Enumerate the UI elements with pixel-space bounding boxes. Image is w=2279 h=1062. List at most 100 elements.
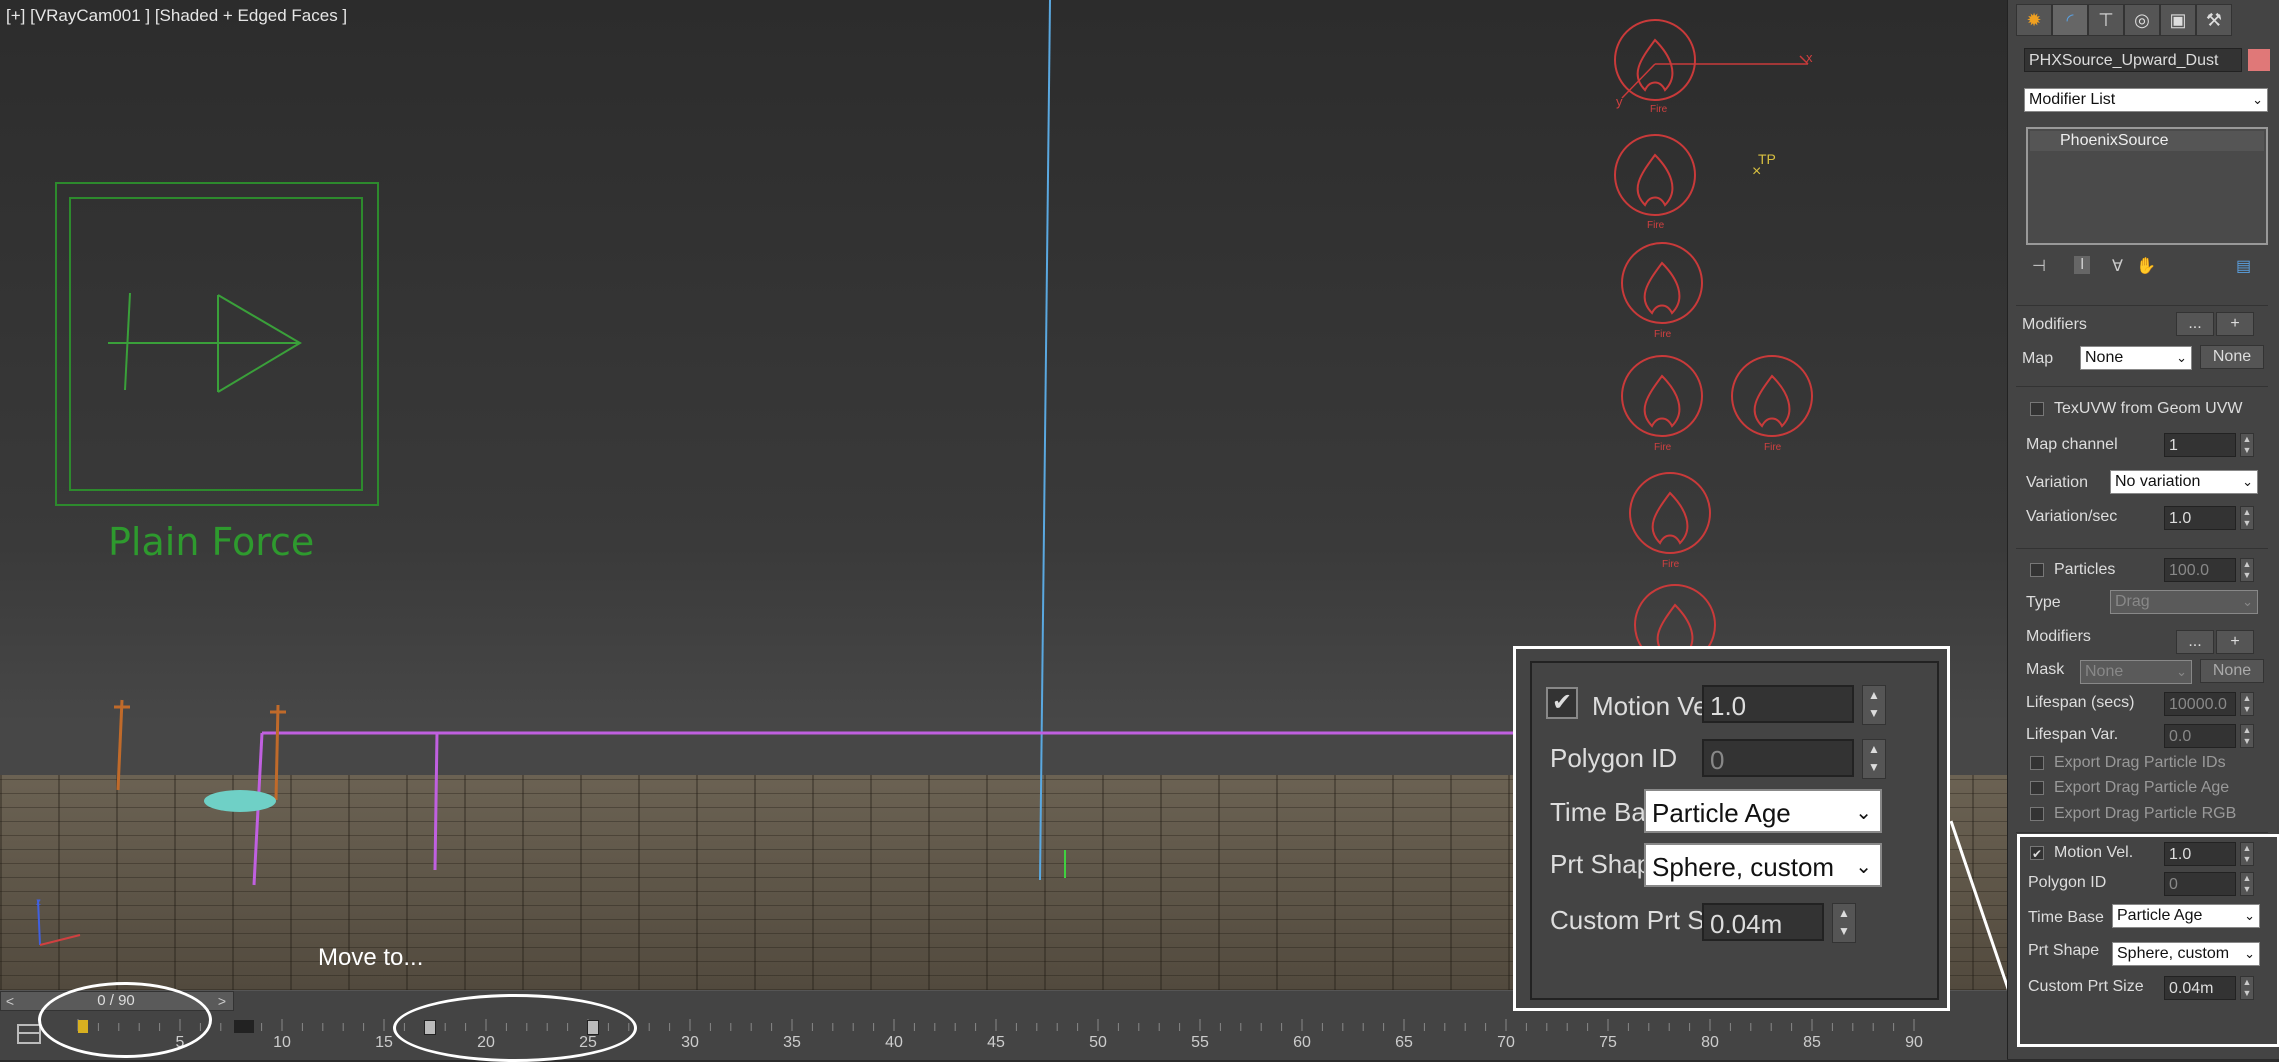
stack-toolbar: ⊣ I ∀ ✋ ▤ [2026,256,2266,278]
fire-source-5 [1731,355,1813,437]
modifiers-ellipsis-button[interactable]: ... [2176,312,2214,336]
viewport-label[interactable]: [+] [VRayCam001 ] [Shaded + Edged Faces … [6,6,347,26]
modifier-stack[interactable]: PhoenixSource [2026,127,2268,245]
object-name-field[interactable]: PHXSource_Upward_Dust [2024,48,2242,72]
custom-prt-size-field[interactable]: 0.04m [1702,903,1824,941]
chevron-down-icon: ⌄ [2176,664,2187,679]
tick-label: 30 [681,1034,699,1051]
tick-label: 70 [1497,1034,1515,1051]
map-label: Map [2022,350,2054,367]
highlight-ellipse [393,994,637,1062]
fire-source-4 [1621,355,1703,437]
motion-vel-field[interactable]: 1.0 [1702,685,1854,723]
fire-label: Fire [1654,329,1672,340]
motion-vel-spinner[interactable]: ▲ ▼ [1862,685,1886,725]
mask-label: Mask [2026,661,2065,678]
object-color-swatch[interactable] [2248,49,2270,71]
particles-checkbox[interactable] [2030,563,2044,577]
tick-label: 10 [273,1034,291,1051]
show-end-result-icon[interactable]: I [2074,256,2091,274]
next-frame-button[interactable]: > [213,992,231,1010]
modifiers-add-button[interactable]: + [2216,312,2254,336]
command-panel[interactable]: ✹ ◜ ⊤ ◎ ▣ ⚒ PHXSource_Upward_Dust Modifi… [2007,0,2279,1059]
plain-force-label: Plain Force [108,520,314,564]
stack-item-phoenixsource[interactable]: PhoenixSource [2030,131,2264,151]
configure-sets-icon[interactable]: ▤ [2236,256,2251,276]
motion-vel-checkbox[interactable]: ✔ [1546,687,1578,719]
keyframe-marker[interactable] [244,1020,254,1033]
export-rgb-label: Export Drag Particle RGB [2054,805,2237,822]
time-base-dropdown[interactable]: Particle Age ⌄ [1644,789,1882,833]
axis-z-label: z [36,897,41,908]
tick-label: 50 [1089,1034,1107,1051]
particles-field[interactable]: 100.0 [2164,558,2236,582]
export-ids-label: Export Drag Particle IDs [2054,754,2226,771]
chevron-down-icon: ⌄ [2176,350,2187,365]
track-bar[interactable]: 5 10 15 20 25 30 35 40 45 50 55 60 65 70 75 80 85 90 [0,1011,2007,1060]
motion-icon[interactable]: ◎ [2124,4,2160,36]
display-icon[interactable]: ▣ [2160,4,2196,36]
map-channel-field[interactable]: 1 [2164,433,2236,457]
polygon-id-label: Polygon ID [1550,743,1678,773]
mask-none-button[interactable]: None [2200,659,2264,683]
modifiers-label: Modifiers [2022,316,2087,333]
hierarchy-icon[interactable]: ⊤ [2088,4,2124,36]
pin-stack-icon[interactable]: ⊣ [2032,256,2046,276]
lifespan-field[interactable]: 10000.0 [2164,692,2236,716]
remove-modifier-icon[interactable]: ✋ [2136,256,2156,276]
modifiers2-add-button[interactable]: + [2216,630,2254,654]
variation-sec-label: Variation/sec [2026,508,2118,525]
mask-dropdown[interactable]: None ⌄ [2080,660,2192,684]
tick-label: 45 [987,1034,1005,1051]
variation-sec-spinner[interactable]: ▲ ▼ [2240,506,2254,530]
fire-label: Fire [1662,559,1680,570]
particles-spinner[interactable]: ▲ ▼ [2240,558,2254,582]
mask-value: None [2085,663,2124,680]
chevron-down-icon: ⌄ [1855,802,1872,824]
map-dropdown[interactable]: None ⌄ [2080,346,2192,370]
particles-label: Particles [2054,561,2116,578]
keyframe-marker[interactable] [234,1020,244,1033]
export-rgb-checkbox[interactable] [2030,807,2044,821]
tick-label: 60 [1293,1034,1311,1051]
map-value: None [2085,349,2124,366]
variation-sec-field[interactable]: 1.0 [2164,506,2236,530]
variation-dropdown[interactable]: No variation ⌄ [2110,470,2258,494]
lifespan-var-spinner[interactable]: ▲ ▼ [2240,724,2254,748]
type-dropdown[interactable]: Drag ⌄ [2110,590,2258,614]
modifiers2-ellipsis-button[interactable]: ... [2176,630,2214,654]
make-unique-icon[interactable]: ∀ [2112,256,2123,276]
export-age-checkbox[interactable] [2030,781,2044,795]
axis-y-label: y [1616,94,1623,109]
chevron-down-icon: ⌄ [2252,92,2263,107]
tick-label: 40 [885,1034,903,1051]
prev-frame-button[interactable]: < [1,992,19,1010]
utilities-icon[interactable]: ⚒ [2196,4,2232,36]
prt-shape-dropdown[interactable]: Sphere, custom ⌄ [1644,843,1882,887]
texuvw-checkbox[interactable] [2030,402,2044,416]
magenta-helper [252,731,1520,886]
lifespan-spinner[interactable]: ▲ ▼ [2240,692,2254,716]
map-none-button[interactable]: None [2200,345,2264,369]
type-value: Drag [2115,593,2150,610]
create-icon[interactable]: ✹ [2016,4,2052,36]
highlight-box [2017,834,2279,1047]
lifespan-var-field[interactable]: 0.0 [2164,724,2236,748]
map-channel-spinner[interactable]: ▲ ▼ [2240,433,2254,457]
modify-icon[interactable]: ◜ [2052,4,2088,36]
modifier-list-dropdown[interactable]: Modifier List ⌄ [2024,88,2268,112]
modifier-list-label: Modifier List [2029,91,2116,108]
polygon-id-spinner[interactable]: ▲ ▼ [1862,739,1886,779]
axis-x-label: x [1806,50,1813,65]
tick-label: 90 [1905,1034,1923,1051]
custom-prt-size-spinner[interactable]: ▲ ▼ [1832,903,1856,943]
export-ids-checkbox[interactable] [2030,756,2044,770]
map-channel-label: Map channel [2026,436,2118,453]
fire-source-top [1614,19,1809,101]
tick-label: 80 [1701,1034,1719,1051]
tick-label: 15 [375,1034,393,1051]
fire-label: Fire [1647,220,1665,231]
tp-marker: × [1752,163,1761,180]
plain-force-gizmo[interactable] [55,182,379,506]
polygon-id-field[interactable]: 0 [1702,739,1854,777]
